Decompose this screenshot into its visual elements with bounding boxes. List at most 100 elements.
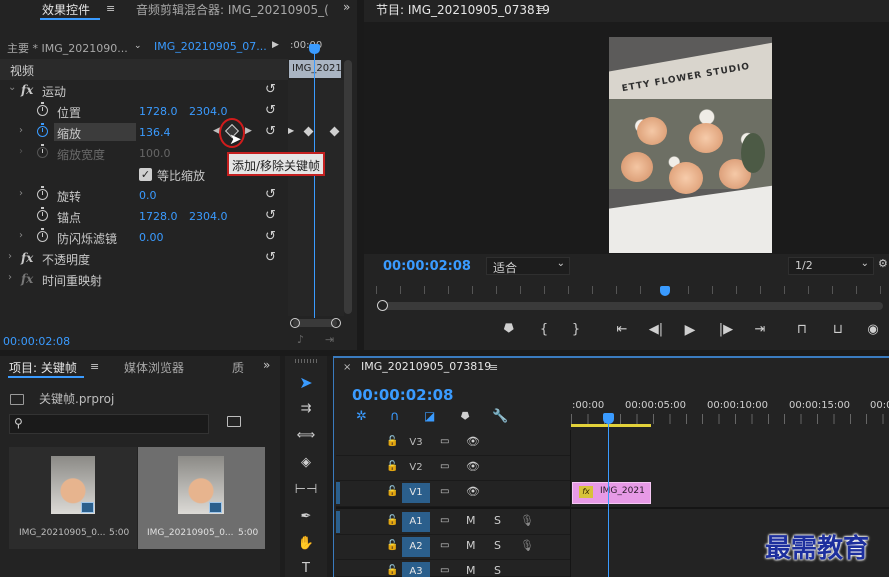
tab-menu-icon[interactable]: ≡ [90,360,99,373]
timeline-timecode[interactable]: 00:00:02:08 [352,386,454,404]
chevron-down-icon[interactable]: ⌄ [134,41,142,51]
project-search-input[interactable]: ⚲ [9,414,209,434]
rotation-value[interactable]: 0.0 [139,189,157,202]
anchor-x-value[interactable]: 1728.0 [139,210,178,223]
mini-timeline-clip[interactable]: IMG_2021 [289,60,342,78]
chevron-down-icon[interactable]: ⌄ [8,82,16,93]
fx-icon[interactable]: fx [21,251,33,265]
tab-more[interactable]: 质 [232,359,244,376]
lift-icon[interactable]: ⊓ [792,322,812,337]
track-a3-name[interactable]: A3 [402,562,430,577]
chevron-right-icon[interactable]: › [19,188,23,199]
export-frame-icon[interactable]: ◉ [863,322,883,337]
track-v1-name[interactable]: V1 [402,483,430,503]
eye-icon[interactable]: 👁 [466,485,480,498]
mini-playhead-handle[interactable] [309,44,320,54]
lock-icon[interactable]: 🔓 [386,461,398,472]
work-area-bar[interactable] [571,424,651,427]
go-to-in-icon[interactable]: ⇤ [612,322,632,337]
stopwatch-icon[interactable] [37,207,48,221]
tab-effect-controls[interactable]: 效果控件 [42,1,90,18]
time-ruler[interactable] [571,414,889,424]
source-patch-a1[interactable] [336,511,340,533]
mute-button[interactable]: M [466,564,476,577]
solo-button[interactable]: S [494,514,501,527]
reset-icon[interactable]: ↺ [265,187,276,202]
zoom-handle-left[interactable] [377,300,388,311]
track-v3-name[interactable]: V3 [402,433,430,453]
chevron-right-icon[interactable]: › [19,125,23,136]
tab-menu-icon[interactable]: ≡ [106,2,115,15]
tab-sequence[interactable]: IMG_20210905_073819 [361,360,491,373]
step-forward-icon[interactable]: |▶ [716,322,736,337]
timeline-settings-icon[interactable]: 🔧 [492,409,508,424]
mini-vertical-scrollbar[interactable] [344,60,352,314]
next-keyframe-icon[interactable]: ▶ [245,126,252,136]
reset-icon[interactable]: ↺ [265,229,276,244]
sync-lock-icon[interactable]: ▭ [440,540,449,551]
time-remap-row[interactable]: › fx 时间重映射 [0,269,288,290]
tab-project[interactable]: 项目: 关键帧 [9,359,77,376]
sync-lock-icon[interactable]: ▭ [440,436,449,447]
linked-selection-icon[interactable]: ∩ [390,409,400,424]
reset-icon[interactable]: ↺ [265,208,276,223]
extract-icon[interactable]: ⊔ [828,322,848,337]
program-monitor-title[interactable]: 节目: IMG_20210905_073819 [376,1,550,18]
chevron-right-icon[interactable]: › [19,230,23,241]
type-tool-icon[interactable]: T [294,558,318,577]
timeline-playhead-handle[interactable] [603,413,614,424]
timeline-clip[interactable]: fx IMG_2021 [572,482,651,504]
pen-tool-icon[interactable]: ✒ [294,506,318,528]
program-timecode[interactable]: 00:00:02:08 [383,259,471,274]
uniform-scale-checkbox[interactable]: ✓ [139,168,152,181]
hand-tool-icon[interactable]: ✋ [294,533,318,555]
track-a1-name[interactable]: A1 [402,512,430,532]
reset-icon[interactable]: ↺ [265,250,276,265]
microphone-icon[interactable]: 🎙 [520,539,534,552]
position-x-value[interactable]: 1728.0 [139,105,178,118]
reset-icon[interactable]: ↺ [265,124,276,139]
reset-icon[interactable]: ↺ [265,82,276,97]
stopwatch-icon[interactable] [37,228,48,242]
razor-tool-icon[interactable]: ◈ [294,452,318,474]
export-icon[interactable]: ⇥ [325,333,334,346]
fx-icon[interactable]: fx [21,83,33,97]
microphone-icon[interactable]: 🎙 [520,514,534,527]
lock-icon[interactable]: 🔓 [386,486,398,497]
eye-icon[interactable]: 👁 [466,460,480,473]
mute-button[interactable]: M [466,539,476,552]
reset-icon[interactable]: ↺ [265,103,276,118]
chevron-right-icon[interactable]: › [8,251,12,262]
play-icon[interactable]: ▶ [680,322,700,338]
close-tab-icon[interactable]: × [343,362,351,373]
source-patch-v1[interactable] [336,482,340,504]
panel-overflow-icon[interactable]: » [263,358,270,372]
audio-playback-icon[interactable]: ♪ [297,333,304,346]
resolution-dropdown[interactable]: 1/2 ⌄ [788,257,874,275]
sync-lock-icon[interactable]: ▭ [440,515,449,526]
tab-audio-clip-mixer[interactable]: 音频剪辑混合器: IMG_20210905_( [136,1,329,18]
fit-dropdown[interactable]: 适合 ⌄ [486,257,570,275]
tab-media-browser[interactable]: 媒体浏览器 [124,359,184,376]
mark-in-icon[interactable]: { [534,322,554,337]
lock-icon[interactable]: 🔓 [386,540,398,551]
master-clip-label[interactable]: 主要 * IMG_2021090... [7,40,128,56]
lock-icon[interactable]: 🔓 [386,515,398,526]
solo-button[interactable]: S [494,564,501,577]
stopwatch-icon[interactable] [37,186,48,200]
selection-tool-icon[interactable]: ➤ [294,372,318,394]
track-a2-name[interactable]: A2 [402,537,430,557]
add-marker-icon[interactable]: ⯂ [460,410,469,424]
mute-button[interactable]: M [466,514,476,527]
position-y-value[interactable]: 2304.0 [189,105,228,118]
chevron-right-icon[interactable]: › [8,272,12,283]
fx-icon[interactable]: fx [21,272,33,286]
new-bin-icon[interactable] [227,416,241,427]
sequence-clip-label[interactable]: IMG_20210905_07... [154,40,267,53]
program-time-ruler[interactable] [376,286,881,294]
scale-value[interactable]: 136.4 [139,126,171,139]
zoom-handle-left[interactable] [290,318,300,328]
program-playhead[interactable] [660,286,670,296]
slip-tool-icon[interactable]: ⊢⊣ [294,479,318,501]
sync-lock-icon[interactable]: ▭ [440,486,449,497]
